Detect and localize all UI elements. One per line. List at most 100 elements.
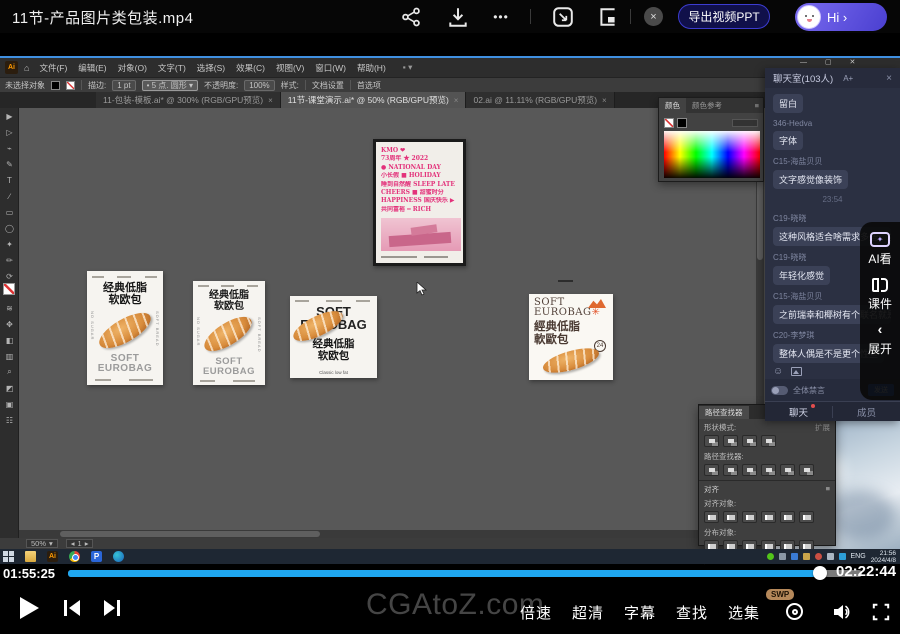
file-explorer-icon[interactable] <box>25 551 36 562</box>
rectangle-tool-icon[interactable]: ◯ <box>0 220 19 236</box>
crop-button[interactable] <box>761 464 776 476</box>
pencil-tool-icon[interactable]: ✏ <box>0 252 19 268</box>
trim-button[interactable] <box>723 464 738 476</box>
document-setup-button[interactable]: 文档设置 <box>312 80 344 91</box>
tray-icon[interactable] <box>779 553 786 560</box>
stroke-width-field[interactable]: 1 pt <box>112 80 135 91</box>
align-top-button[interactable] <box>761 511 776 523</box>
ai-watch-icon[interactable]: ✦ <box>870 232 890 247</box>
tray-icon[interactable] <box>827 553 834 560</box>
menu-帮助(H)[interactable]: 帮助(H) <box>357 62 386 74</box>
close-panel-icon[interactable]: × <box>644 7 663 26</box>
p-app-icon[interactable]: P <box>91 551 102 562</box>
artboard-tool-icon[interactable]: ▣ <box>0 396 19 412</box>
fill-swatch[interactable] <box>51 81 60 90</box>
close-tab-icon[interactable]: × <box>268 96 273 105</box>
tray-icon[interactable] <box>839 553 846 560</box>
national-day-poster[interactable]: KMO ❤73周年 ★ 2022● NATIONAL DAY小长假 ■ HOLI… <box>373 139 466 266</box>
workspace-switcher[interactable]: ▪ ▾ <box>403 62 413 73</box>
chrome-icon[interactable] <box>69 551 80 562</box>
rotate-tool-icon[interactable]: ⟳ <box>0 268 19 284</box>
zoom-tool-icon[interactable]: ☷ <box>0 412 19 428</box>
hex-field[interactable] <box>732 119 758 127</box>
menu-编辑(E)[interactable]: 编辑(E) <box>78 62 106 74</box>
progress-knob[interactable] <box>813 566 827 580</box>
tray-icon[interactable] <box>803 553 810 560</box>
expand-button[interactable]: 展开 <box>868 340 892 357</box>
width-tool-icon[interactable]: ≋ <box>0 300 19 316</box>
courseware-icon[interactable] <box>872 278 888 292</box>
opacity-field[interactable]: 100% <box>244 80 274 91</box>
mute-all-toggle[interactable] <box>771 386 788 395</box>
more-options-icon[interactable]: ••• <box>490 6 512 28</box>
align-v-center-button[interactable] <box>780 511 795 523</box>
fullscreen-icon[interactable] <box>872 603 890 621</box>
playback-speed-button[interactable]: 倍速 <box>520 602 552 623</box>
window-controls[interactable]: — ▢ ✕ <box>800 58 863 66</box>
previous-episode-button[interactable] <box>60 598 84 618</box>
intersect-button[interactable] <box>742 435 757 447</box>
tab-chat[interactable]: 聊天 <box>765 405 832 419</box>
unite-button[interactable] <box>704 435 719 447</box>
minus-back-button[interactable] <box>799 464 814 476</box>
bread-poster-4[interactable]: SOFT EUROBAG✳ 經典低脂 軟歐包 24 <box>529 294 613 380</box>
lasso-tool-icon[interactable]: ✎ <box>0 156 19 172</box>
minus-front-button[interactable] <box>723 435 738 447</box>
export-ppt-button[interactable]: 导出视频PPT <box>678 4 770 29</box>
panel-menu-icon[interactable]: ≡ <box>755 101 759 110</box>
blend-tool-icon[interactable]: ◩ <box>0 380 19 396</box>
download-icon[interactable] <box>447 6 469 28</box>
volume-icon[interactable] <box>832 602 854 622</box>
divide-button[interactable] <box>704 464 719 476</box>
chevron-left-icon[interactable]: ‹ <box>878 321 883 337</box>
close-tab-icon[interactable]: × <box>454 96 459 105</box>
type-tool-icon[interactable]: ∕ <box>0 188 19 204</box>
mini-player-icon[interactable] <box>597 6 619 28</box>
close-tab-icon[interactable]: × <box>602 96 607 105</box>
stroke-swatch[interactable] <box>66 81 75 90</box>
gradient-tool-icon[interactable]: ▥ <box>0 348 19 364</box>
horizontal-scrollbar-thumb[interactable] <box>60 531 320 537</box>
align-left-button[interactable] <box>704 511 719 523</box>
document-tab[interactable]: 02.ai @ 11.11% (RGB/GPU预览)× <box>466 92 614 108</box>
shape-builder-tool-icon[interactable]: ◧ <box>0 332 19 348</box>
document-tab[interactable]: 11节-课堂演示.ai* @ 50% (RGB/GPU预览)× <box>281 92 467 108</box>
user-avatar-pill[interactable]: Hi › <box>795 3 887 31</box>
align-right-button[interactable] <box>742 511 757 523</box>
fill-swatch[interactable] <box>677 118 687 128</box>
menu-文件(F)[interactable]: 文件(F) <box>39 62 67 74</box>
start-button[interactable] <box>3 551 14 562</box>
taskbar-clock[interactable]: 21:562024/4/8 <box>871 550 896 564</box>
magic-wand-tool-icon[interactable]: ⌁ <box>0 140 19 156</box>
play-button[interactable] <box>20 597 39 619</box>
free-transform-tool-icon[interactable]: ✥ <box>0 316 19 332</box>
screenshot-icon[interactable] <box>552 6 574 28</box>
preferences-button[interactable]: 首选项 <box>357 80 381 91</box>
wechat-tray-icon[interactable] <box>767 553 774 560</box>
eyedropper-tool-icon[interactable]: ⌕ <box>0 364 19 380</box>
record-icon[interactable] <box>786 603 803 620</box>
color-spectrum[interactable] <box>664 131 760 178</box>
panel-menu-icon[interactable]: ≡ <box>826 484 830 495</box>
align-h-center-button[interactable] <box>723 511 738 523</box>
next-episode-button[interactable] <box>100 598 124 618</box>
stroke-swatch[interactable] <box>664 118 674 128</box>
menu-窗口(W)[interactable]: 窗口(W) <box>315 62 346 74</box>
find-button[interactable]: 查找 <box>676 602 708 623</box>
merge-button[interactable] <box>742 464 757 476</box>
paintbrush-tool-icon[interactable]: ✦ <box>0 236 19 252</box>
artboard-navigation[interactable]: ◂1▸ <box>66 539 94 548</box>
pathfinder-tab[interactable]: 路径查找器 <box>699 406 749 419</box>
menu-效果(C)[interactable]: 效果(C) <box>236 62 265 74</box>
tray-icon[interactable] <box>791 553 798 560</box>
ai-watch-button[interactable]: AI看 <box>868 250 891 267</box>
line-segment-tool-icon[interactable]: ▭ <box>0 204 19 220</box>
bread-poster-3[interactable]: SOFT EUROBAG 经典低脂 软欧包 Classic low fat <box>290 296 377 378</box>
subtitle-button[interactable]: 字幕 <box>624 602 656 623</box>
menu-文字(T)[interactable]: 文字(T) <box>158 62 186 74</box>
emoji-icon[interactable]: ☺ <box>773 366 783 377</box>
bread-poster-2[interactable]: 经典低脂 软欧包 NO SUGAR SOFT BREAD SOFT EUROBA… <box>193 281 265 385</box>
zoom-level-dropdown[interactable]: 50%▾ <box>26 539 58 548</box>
episodes-button[interactable]: 选集 <box>728 602 760 623</box>
courseware-button[interactable]: 课件 <box>868 295 892 312</box>
